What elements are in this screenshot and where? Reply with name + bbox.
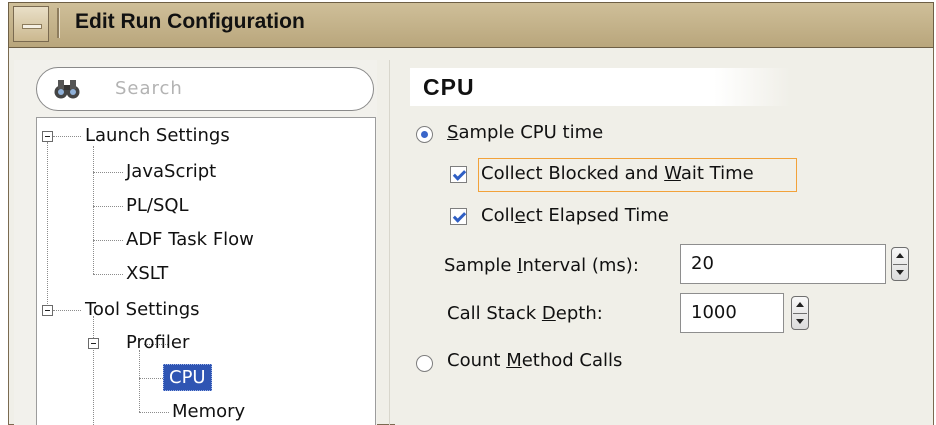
mnemonic-key: S	[447, 122, 459, 143]
label-text: ait Time	[680, 163, 754, 184]
count-method-calls-label[interactable]: Count Method Calls	[447, 350, 622, 371]
minimize-icon	[22, 24, 42, 29]
label-text: Collect Blocked and	[481, 163, 665, 184]
tree-line	[93, 146, 94, 274]
sample-interval-label: Sample Interval (ms):	[444, 255, 639, 276]
collect-elapsed-checkbox[interactable]	[450, 208, 467, 225]
tree-item-launch-settings[interactable]: Launch Settings	[85, 125, 230, 146]
sample-cpu-time-label[interactable]: Sample CPU time	[447, 122, 603, 143]
tree-line	[93, 274, 123, 275]
search-placeholder: Search	[115, 78, 183, 99]
count-method-calls-radio[interactable]	[416, 355, 433, 372]
tree-item-adf-task-flow[interactable]: ADF Task Flow	[126, 229, 254, 250]
label-text: Count	[447, 350, 507, 371]
sample-cpu-time-radio[interactable]	[416, 126, 433, 143]
tree-item-plsql[interactable]: PL/SQL	[126, 195, 189, 216]
tree-item-cpu[interactable]: CPU	[163, 364, 212, 391]
label-text: epth:	[555, 303, 603, 324]
mnemonic-key: e	[514, 205, 526, 226]
spinner-divider	[893, 264, 907, 265]
tree-item-tool-settings[interactable]: Tool Settings	[85, 299, 200, 320]
tree-item-xslt[interactable]: XSLT	[126, 263, 168, 284]
spinner-divider	[793, 313, 807, 314]
tree-line	[93, 172, 123, 173]
collapse-tool-settings-icon[interactable]	[42, 305, 53, 316]
tree-line	[139, 412, 169, 413]
label-text: Call Stack	[447, 303, 542, 324]
label-text: ample CPU time	[458, 122, 604, 143]
mnemonic-key: W	[664, 163, 681, 184]
pane-divider[interactable]	[389, 60, 390, 425]
tree-line	[93, 206, 123, 207]
call-stack-depth-input[interactable]: 1000	[680, 293, 784, 333]
tree-line	[93, 350, 94, 425]
collect-blocked-label[interactable]: Collect Blocked and Wait Time	[481, 163, 754, 184]
tree-item-profiler[interactable]: Profiler	[126, 332, 189, 353]
tree-line	[53, 136, 81, 137]
call-stack-depth-spinner[interactable]	[791, 296, 809, 330]
window-menu-button[interactable]	[13, 6, 49, 42]
collect-elapsed-label[interactable]: Collect Elapsed Time	[481, 205, 669, 226]
sample-interval-spinner[interactable]	[891, 247, 909, 281]
binoculars-icon	[54, 80, 80, 99]
title-separator	[57, 8, 60, 38]
label-text: ct Elapsed Time	[525, 205, 669, 226]
label-text: Coll	[481, 205, 515, 226]
tree-item-memory[interactable]: Memory	[172, 401, 245, 422]
tree-line	[93, 240, 123, 241]
mnemonic-key: D	[541, 303, 556, 324]
tree-line	[139, 350, 140, 412]
tree-line	[47, 142, 48, 312]
tree-item-javascript[interactable]: JavaScript	[126, 161, 216, 182]
tree-line	[139, 378, 163, 379]
tree-line	[53, 310, 81, 311]
label-text: ethod Calls	[521, 350, 623, 371]
panel-title: CPU	[423, 74, 475, 100]
collect-blocked-checkbox[interactable]	[450, 166, 467, 183]
sample-interval-input[interactable]: 20	[680, 244, 886, 284]
mnemonic-key: M	[506, 350, 522, 371]
search-input[interactable]: Search	[36, 67, 374, 111]
window-title: Edit Run Configuration	[75, 10, 305, 33]
call-stack-depth-label: Call Stack Depth:	[447, 303, 603, 324]
label-text: Sample	[444, 255, 518, 276]
collapse-launch-settings-icon[interactable]	[42, 131, 53, 142]
label-text: nterval (ms):	[522, 255, 639, 276]
collapse-profiler-icon[interactable]	[88, 338, 99, 349]
